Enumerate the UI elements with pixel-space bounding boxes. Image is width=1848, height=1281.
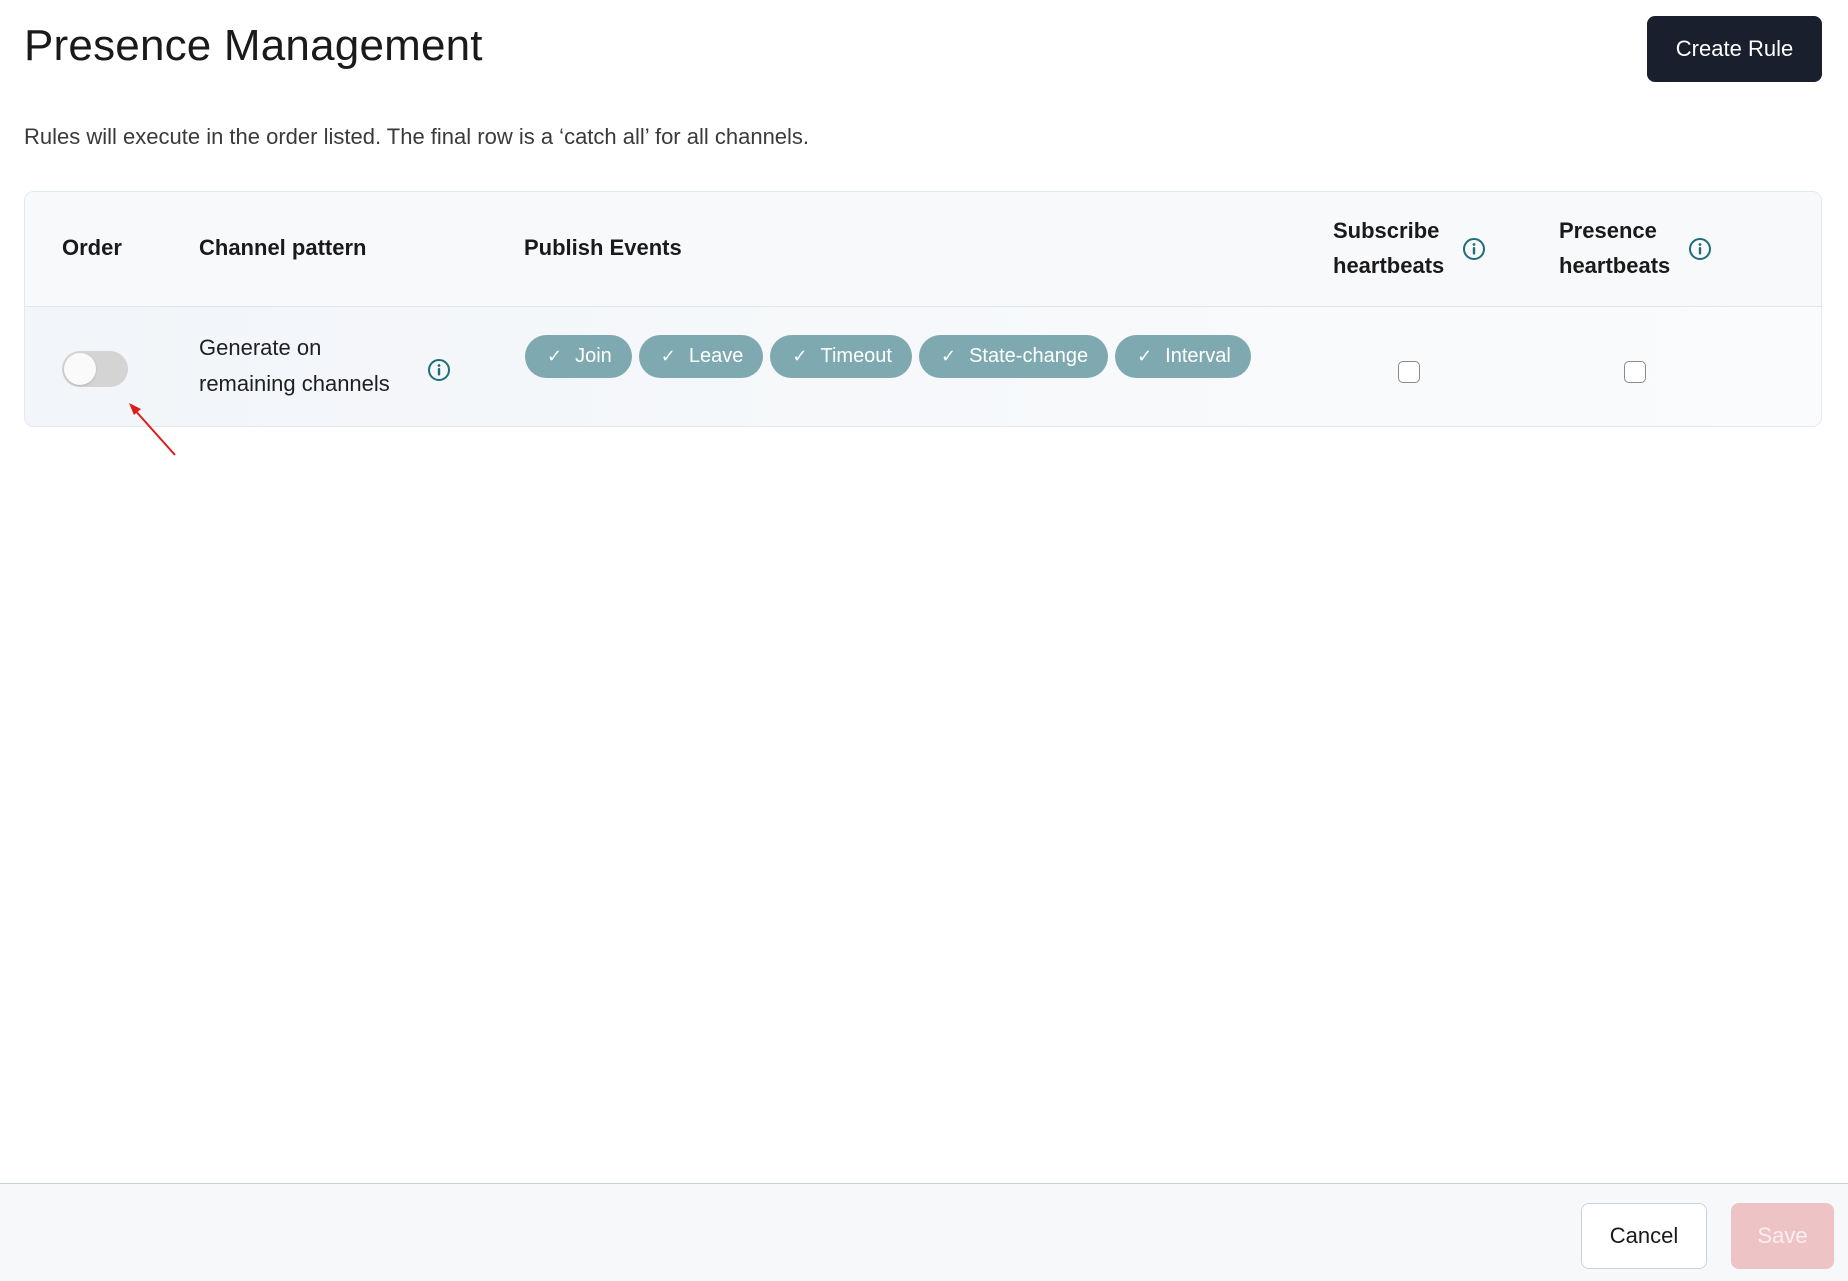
channel-pattern-info-icon[interactable] (427, 358, 451, 382)
subscribe-heartbeats-line2: heartbeats (1333, 253, 1445, 278)
event-chip-label: Interval (1165, 345, 1231, 367)
toggle-knob (64, 353, 96, 385)
create-rule-button[interactable]: Create Rule (1647, 16, 1822, 82)
event-chip-label: State-change (969, 345, 1089, 367)
event-chip-leave[interactable]: ✓ Leave (638, 335, 764, 378)
channel-pattern-cell: Generate on remaining channels (199, 330, 439, 402)
event-chip-label: Leave (688, 345, 744, 367)
column-header-presence-heartbeats: Presence heartbeats (1559, 213, 1670, 283)
event-chip-label: Timeout (820, 345, 892, 367)
event-chip-interval[interactable]: ✓ Interval (1115, 335, 1251, 378)
cancel-button[interactable]: Cancel (1581, 1203, 1707, 1269)
save-button[interactable]: Save (1731, 1203, 1834, 1269)
table-row: Generate on remaining channels ✓ Join ✓ … (25, 307, 1821, 426)
column-header-order: Order (62, 235, 122, 260)
check-icon: ✓ (660, 346, 676, 366)
presence-heartbeats-line2: heartbeats (1559, 253, 1671, 278)
publish-events-chips: ✓ Join ✓ Leave ✓ Timeout ✓ State-change … (525, 335, 1251, 378)
column-header-subscribe-heartbeats: Subscribe heartbeats (1333, 213, 1444, 283)
presence-heartbeats-checkbox[interactable] (1624, 361, 1646, 383)
page-title: Presence Management (24, 21, 483, 70)
column-header-publish-events: Publish Events (524, 235, 682, 260)
order-toggle[interactable] (62, 351, 128, 387)
channel-pattern-line2: remaining channels (199, 371, 390, 396)
check-icon: ✓ (792, 346, 808, 366)
subscribe-heartbeats-line1: Subscribe (1333, 218, 1440, 243)
page-description: Rules will execute in the order listed. … (24, 124, 810, 149)
footer-bar: Cancel Save (0, 1183, 1848, 1281)
column-header-channel-pattern: Channel pattern (199, 235, 367, 260)
presence-heartbeats-info-icon[interactable] (1688, 237, 1712, 261)
channel-pattern-line1: Generate on (199, 335, 322, 360)
table-header: Order Channel pattern Publish Events Sub… (25, 192, 1821, 307)
rules-table: Order Channel pattern Publish Events Sub… (24, 191, 1822, 427)
event-chip-timeout[interactable]: ✓ Timeout (770, 335, 912, 378)
check-icon: ✓ (1137, 346, 1153, 366)
presence-heartbeats-line1: Presence (1559, 218, 1657, 243)
subscribe-heartbeats-checkbox[interactable] (1398, 361, 1420, 383)
event-chip-label: Join (575, 345, 612, 367)
check-icon: ✓ (941, 346, 957, 366)
subscribe-heartbeats-info-icon[interactable] (1462, 237, 1486, 261)
check-icon: ✓ (547, 346, 563, 366)
event-chip-join[interactable]: ✓ Join (525, 335, 632, 378)
event-chip-state-change[interactable]: ✓ State-change (919, 335, 1109, 378)
annotation-arrow-icon (129, 403, 176, 456)
